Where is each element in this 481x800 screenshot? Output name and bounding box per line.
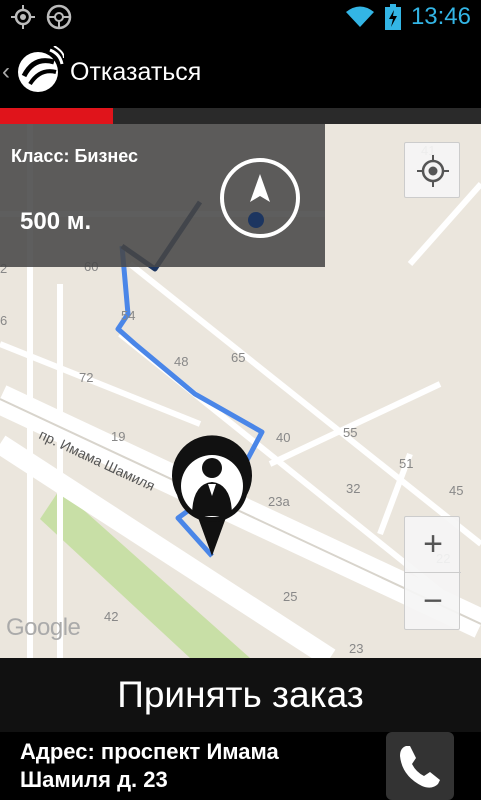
distance-label: 500 м.	[20, 208, 92, 235]
google-logo: Google	[6, 614, 81, 641]
steering-wheel-icon	[46, 4, 72, 30]
action-bar: ‹ Отказаться	[0, 36, 481, 108]
my-location-button[interactable]	[404, 142, 460, 198]
battery-charging-icon	[384, 4, 401, 30]
house-number: 32	[346, 481, 360, 496]
call-button[interactable]	[386, 732, 454, 800]
class-label: Класс: Бизнес	[11, 146, 139, 166]
compass-icon[interactable]	[218, 156, 302, 240]
map-view[interactable]: 41 60 54 48 65 72 19 40 55 51 23а 32 45 …	[0, 124, 481, 658]
driver-pin[interactable]	[172, 435, 253, 556]
house-number: 48	[174, 354, 188, 369]
order-info-panel: Класс: Бизнес 500 м.	[0, 124, 325, 267]
phone-icon	[400, 746, 440, 788]
my-location-icon	[417, 155, 449, 187]
house-number: 65	[231, 350, 245, 365]
house-number: 25	[283, 589, 297, 604]
house-number: 6	[0, 313, 7, 328]
house-number: 72	[79, 370, 93, 385]
app-logo-icon[interactable]	[14, 46, 64, 96]
status-bar: 13:46	[0, 0, 481, 36]
address-label: Адрес: проспект Имама Шамиля д. 23	[20, 739, 279, 792]
house-number: 54	[121, 308, 135, 323]
house-number: 23	[349, 641, 363, 656]
house-number: 23а	[268, 494, 290, 509]
status-clock: 13:46	[410, 3, 471, 30]
house-number: 19	[111, 429, 125, 444]
accept-order-button[interactable]: Принять заказ	[0, 658, 481, 732]
house-number: 45	[449, 483, 463, 498]
zoom-in-button[interactable]: +	[405, 517, 461, 573]
house-number: 40	[276, 430, 290, 445]
decline-title[interactable]: Отказаться	[70, 58, 201, 87]
zoom-controls: + −	[404, 516, 461, 630]
house-number: 55	[343, 425, 357, 440]
progress-fill	[0, 108, 114, 124]
gps-icon	[11, 5, 35, 29]
back-chevron-icon[interactable]: ‹	[2, 58, 10, 86]
house-number: 42	[104, 609, 118, 624]
zoom-out-button[interactable]: −	[405, 574, 461, 630]
address-bar: Адрес: проспект Имама Шамиля д. 23	[0, 732, 481, 800]
wifi-icon	[345, 6, 374, 27]
house-number: 51	[399, 456, 413, 471]
order-timer-progress	[0, 108, 481, 124]
